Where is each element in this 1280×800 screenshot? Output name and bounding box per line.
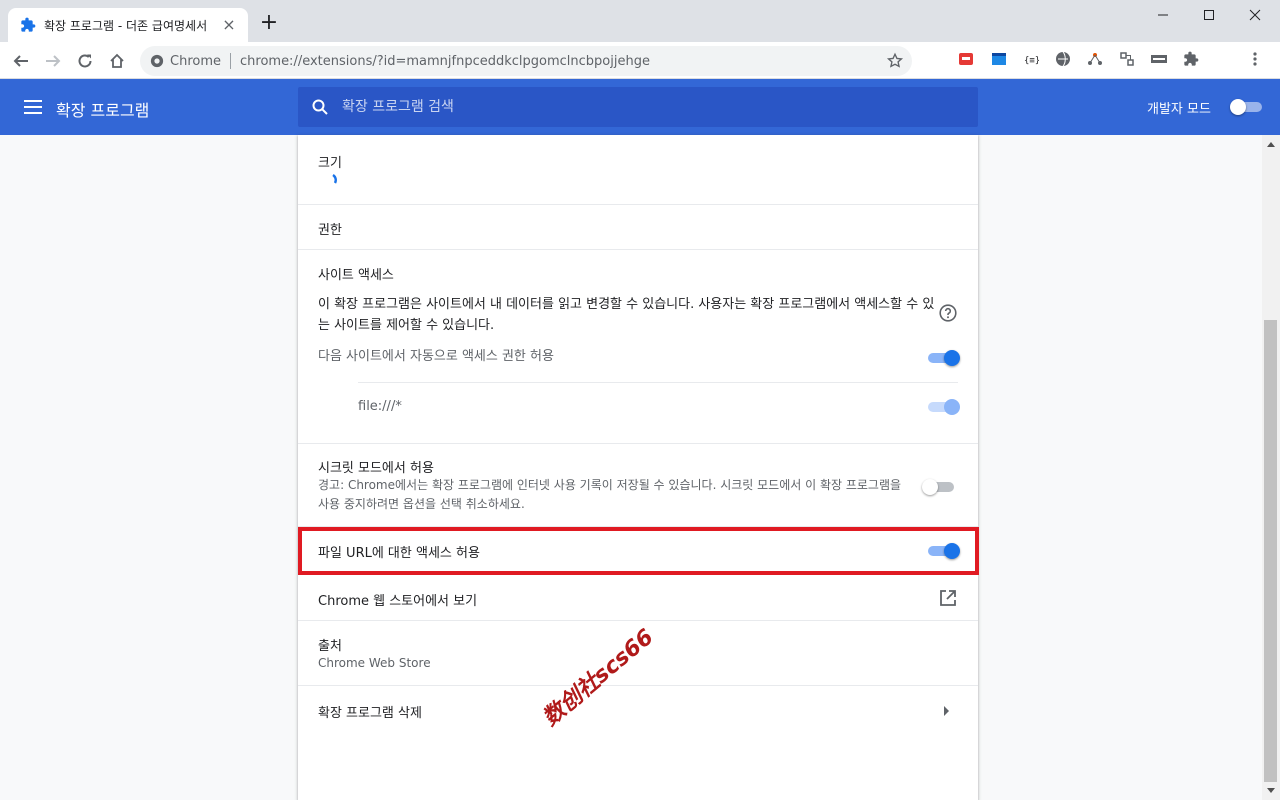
webstore-label[interactable]: Chrome 웹 스토어에서 보기 bbox=[318, 590, 477, 609]
site-label: Chrome bbox=[170, 53, 221, 69]
tab-title: 확장 프로그램 - 더존 급여명세서 bbox=[44, 18, 208, 33]
source-label: 출처 bbox=[318, 639, 342, 654]
extensions-puzzle-icon[interactable] bbox=[1182, 50, 1200, 68]
extension-red-icon[interactable] bbox=[957, 50, 975, 68]
tab-strip: 확장 프로그램 - 더존 급여명세서 × + bbox=[0, 0, 1280, 42]
extension-window-icon[interactable] bbox=[990, 50, 1008, 68]
remove-section[interactable]: 확장 프로그램 삭제 bbox=[298, 685, 978, 735]
omnibox-separator bbox=[230, 53, 231, 69]
reload-icon[interactable] bbox=[72, 48, 98, 74]
back-icon[interactable] bbox=[8, 48, 34, 74]
close-window-icon[interactable] bbox=[1232, 0, 1278, 30]
source-value: Chrome Web Store bbox=[318, 656, 431, 670]
file-url-toggle[interactable] bbox=[926, 543, 960, 559]
site-pattern: file:///* bbox=[358, 399, 402, 414]
scroll-up-icon[interactable] bbox=[1267, 141, 1275, 147]
chrome-icon bbox=[150, 54, 164, 68]
dev-mode-label: 개발자 모드 bbox=[1147, 102, 1211, 117]
extension-globe-icon[interactable] bbox=[1054, 50, 1072, 68]
new-tab-button[interactable]: + bbox=[258, 12, 280, 34]
home-icon[interactable] bbox=[104, 48, 130, 74]
extension-xml-icon[interactable] bbox=[1150, 50, 1168, 68]
svg-text:{≡}: {≡} bbox=[1024, 56, 1039, 66]
more-vert-icon[interactable] bbox=[1246, 50, 1264, 68]
puzzle-icon bbox=[21, 17, 36, 32]
permissions-label: 권한 bbox=[318, 223, 342, 238]
webstore-section[interactable]: Chrome 웹 스토어에서 보기 bbox=[298, 573, 978, 621]
page-title: 확장 프로그램 bbox=[56, 101, 150, 120]
scrollbar-thumb[interactable] bbox=[1264, 320, 1277, 782]
minimize-icon[interactable] bbox=[1140, 0, 1186, 30]
remove-extension-label[interactable]: 확장 프로그램 삭제 bbox=[318, 702, 422, 721]
dev-mode-toggle[interactable] bbox=[1230, 99, 1264, 115]
size-section: 크기 bbox=[298, 135, 978, 205]
help-icon[interactable] bbox=[939, 304, 957, 322]
auto-allow-toggle[interactable] bbox=[926, 350, 960, 366]
browser-tab[interactable]: 확장 프로그램 - 더존 급여명세서 × bbox=[8, 8, 248, 42]
search-icon bbox=[312, 99, 328, 115]
bookmark-star-icon[interactable] bbox=[886, 52, 904, 70]
address-bar[interactable]: Chrome chrome://extensions/?id=mamnjfnpc… bbox=[140, 46, 912, 76]
scroll-down-icon[interactable] bbox=[1267, 788, 1275, 794]
site-access-label: 사이트 액세스 bbox=[318, 268, 394, 283]
extension-network-icon[interactable] bbox=[1086, 50, 1104, 68]
url-text[interactable]: chrome://extensions/?id=mamnjfnpceddkclp… bbox=[240, 54, 650, 69]
search-input[interactable] bbox=[342, 99, 942, 115]
open-in-new-icon[interactable] bbox=[939, 589, 957, 607]
extension-details-card: 크기 권한 사이트 액세스 이 확장 프로그램은 사이트에서 내 데이터를 읽고… bbox=[298, 135, 978, 800]
search-box[interactable] bbox=[298, 87, 978, 127]
auto-allow-label: 다음 사이트에서 자동으로 액세스 권한 허용 bbox=[318, 349, 554, 364]
site-access-section: 사이트 액세스 이 확장 프로그램은 사이트에서 내 데이터를 읽고 변경할 수… bbox=[298, 249, 978, 444]
maximize-icon[interactable] bbox=[1186, 0, 1232, 30]
file-url-label: 파일 URL에 대한 액세스 허용 bbox=[318, 546, 480, 561]
extensions-header: 확장 프로그램 개발자 모드 bbox=[0, 79, 1280, 135]
incognito-warning: 경고: Chrome에서는 확장 프로그램에 인터넷 사용 기록이 저장될 수 … bbox=[318, 478, 902, 511]
menu-icon[interactable] bbox=[24, 98, 42, 116]
incognito-label: 시크릿 모드에서 허용 bbox=[318, 461, 434, 476]
tab-close-icon[interactable]: × bbox=[220, 16, 238, 34]
incognito-toggle[interactable] bbox=[922, 479, 956, 495]
extension-json-icon[interactable]: {≡} bbox=[1022, 50, 1040, 68]
forward-icon[interactable] bbox=[40, 48, 66, 74]
incognito-section: 시크릿 모드에서 허용 경고: Chrome에서는 확장 프로그램에 인터넷 사… bbox=[298, 443, 978, 527]
site-pattern-toggle bbox=[926, 399, 960, 415]
site-divider bbox=[358, 382, 958, 383]
site-access-description: 이 확장 프로그램은 사이트에서 내 데이터를 읽고 변경할 수 있습니다. 사… bbox=[318, 297, 935, 333]
chevron-right-icon[interactable] bbox=[944, 706, 950, 716]
file-url-section: 파일 URL에 대한 액세스 허용 bbox=[298, 526, 978, 574]
loading-spinner-icon bbox=[332, 173, 337, 184]
page-scrollbar[interactable] bbox=[1262, 135, 1280, 800]
permissions-section: 권한 bbox=[298, 204, 978, 250]
size-label: 크기 bbox=[318, 156, 342, 171]
extension-nodes-icon[interactable] bbox=[1118, 50, 1136, 68]
